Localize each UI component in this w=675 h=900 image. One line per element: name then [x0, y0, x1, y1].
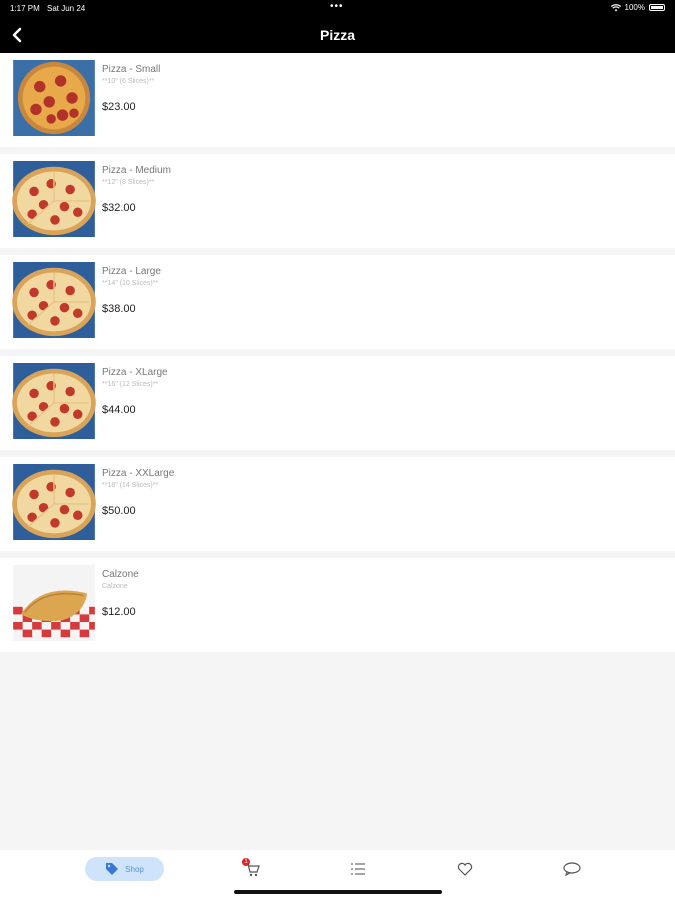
wifi-icon [610, 3, 621, 11]
status-bar: 1:17 PM Sat Jun 24 ••• 100% [0, 0, 675, 18]
product-price: $32.00 [102, 202, 136, 214]
battery-icon [649, 4, 665, 11]
product-name: Pizza - Medium [102, 165, 171, 176]
product-price: $44.00 [102, 404, 136, 416]
product-item-pizza-xlarge[interactable]: Pizza - XLarge **16" (12 Slices)** $44.0… [0, 356, 675, 450]
product-item-pizza-large[interactable]: Pizza - Large **14" (10 Slices)** $38.00 [0, 255, 675, 349]
pizza-image [13, 60, 95, 136]
status-right: 100% [610, 3, 665, 12]
home-indicator[interactable] [234, 890, 442, 894]
pizza-image [12, 464, 96, 540]
product-item-pizza-small[interactable]: Pizza - Small **10" (6 Slices)** $23.00 [0, 53, 675, 147]
pizza-image [12, 161, 96, 237]
product-name: Pizza - Small [102, 64, 161, 75]
status-date: Sat Jun 24 [47, 4, 86, 13]
tab-orders[interactable] [346, 857, 370, 881]
tab-favorites[interactable] [453, 857, 477, 881]
tab-shop[interactable]: Shop [85, 857, 164, 881]
product-price: $23.00 [102, 101, 136, 113]
heart-icon [457, 862, 473, 876]
cart-badge: 1 [242, 858, 250, 866]
battery-percent: 100% [624, 3, 645, 12]
product-description: **14" (10 Slices)** [102, 280, 159, 287]
product-price: $50.00 [102, 505, 136, 517]
tab-cart[interactable]: 1 [240, 857, 264, 881]
pizza-image [12, 262, 96, 338]
calzone-image [13, 565, 95, 641]
product-description: **18" (14 Slices)** [102, 482, 159, 489]
list-icon [351, 863, 365, 875]
product-price: $38.00 [102, 303, 136, 315]
nav-bar: Pizza [0, 18, 675, 53]
multitask-dots[interactable]: ••• [330, 1, 344, 12]
product-name: Pizza - Large [102, 266, 161, 277]
tab-chat[interactable] [560, 857, 584, 881]
product-name: Calzone [102, 569, 139, 580]
chat-icon [563, 862, 581, 876]
product-description: Calzone [102, 583, 128, 590]
product-list: Pizza - Small **10" (6 Slices)** $23.00 … [0, 53, 675, 659]
pizza-image [12, 363, 96, 439]
product-price: $12.00 [102, 606, 136, 618]
page-title: Pizza [319, 27, 355, 43]
product-name: Pizza - XXLarge [102, 468, 175, 479]
product-description: **16" (12 Slices)** [102, 381, 159, 388]
product-item-pizza-medium[interactable]: Pizza - Medium **12" (8 Slices)** $32.00 [0, 154, 675, 248]
product-description: **12" (8 Slices)** [102, 179, 155, 186]
status-time: 1:17 PM [10, 4, 40, 13]
product-item-calzone[interactable]: Calzone Calzone $12.00 [0, 558, 675, 652]
tag-icon [106, 863, 119, 875]
product-item-pizza-xxlarge[interactable]: Pizza - XXLarge **18" (14 Slices)** $50.… [0, 457, 675, 551]
product-name: Pizza - XLarge [102, 367, 168, 378]
product-description: **10" (6 Slices)** [102, 78, 155, 85]
tab-shop-label: Shop [125, 864, 144, 874]
